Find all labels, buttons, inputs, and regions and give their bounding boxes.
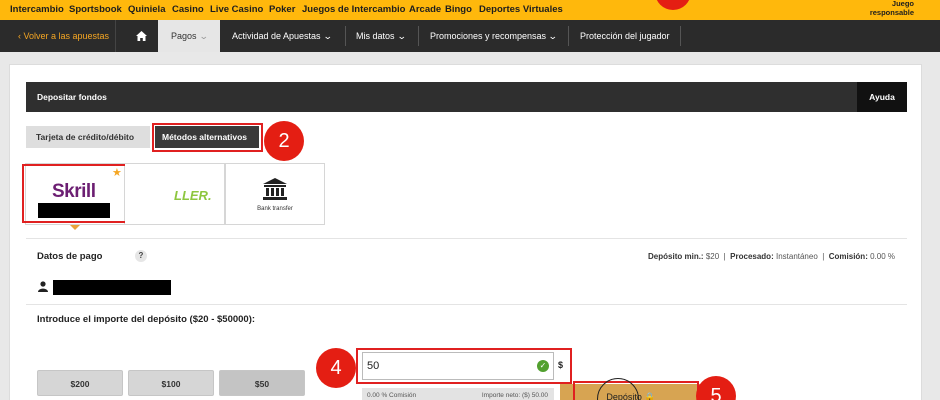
payment-method-bank-transfer[interactable]: Bank transfer: [225, 163, 325, 225]
back-to-bets-link[interactable]: ‹ Volver a las apuestas: [8, 20, 116, 52]
fee-summary: 0.00 % Comisión Importe neto: ($) 50.00: [362, 388, 554, 400]
payment-data-label: Datos de pago: [37, 251, 103, 262]
selected-pointer: [70, 225, 80, 230]
top-link-quiniela[interactable]: Quiniela: [128, 4, 165, 15]
annotation-highlight-tab: [152, 123, 263, 152]
top-link-deportes-virtuales[interactable]: Deportes Virtuales: [479, 4, 563, 15]
redacted-username: [53, 280, 171, 295]
annotation-badge-4: 4: [316, 348, 356, 388]
user-icon: [38, 281, 48, 292]
top-link-bingo[interactable]: Bingo: [445, 4, 472, 15]
responsible-gaming-link[interactable]: Juego responsable: [870, 0, 914, 17]
bank-transfer-label: Bank transfer: [257, 206, 293, 212]
deposit-info: Depósito min.: $20 | Procesado: Instantá…: [648, 252, 895, 261]
home-button[interactable]: [124, 20, 158, 52]
top-link-poker[interactable]: Poker: [269, 4, 295, 15]
top-bar: Intercambio Sportsbook Quiniela Casino L…: [0, 0, 940, 20]
amount-button-100[interactable]: $100: [128, 370, 214, 396]
neteller-logo: LLER.: [174, 188, 212, 203]
top-link-juegos-intercambio[interactable]: Juegos de Intercambio: [302, 4, 405, 15]
chevron-down-icon: ⌄: [547, 31, 558, 41]
top-link-arcade[interactable]: Arcade: [409, 4, 441, 15]
nav-actividad-apuestas[interactable]: Actividad de Apuestas ⌄: [232, 20, 333, 52]
help-button[interactable]: Ayuda: [857, 82, 907, 112]
chevron-down-icon: ⌄: [396, 31, 407, 41]
top-link-intercambio[interactable]: Intercambio: [10, 4, 64, 15]
nav-promociones[interactable]: Promociones y recompensas ⌄: [430, 20, 558, 52]
fee-percent: 0.00 % Comisión: [367, 392, 417, 399]
deposit-header: Depositar fondos Ayuda: [26, 82, 907, 112]
nav-mis-datos[interactable]: Mis datos ⌄: [356, 20, 407, 52]
amount-button-50[interactable]: $50: [219, 370, 305, 396]
annotation-highlight-amount: [356, 348, 572, 384]
chevron-down-icon: ⌄: [198, 31, 209, 41]
net-amount: Importe neto: ($) 50.00: [481, 392, 548, 399]
top-link-sportsbook[interactable]: Sportsbook: [69, 4, 122, 15]
help-icon[interactable]: ?: [135, 250, 147, 262]
annotation-badge-2: 2: [264, 121, 304, 161]
top-link-live-casino[interactable]: Live Casino: [210, 4, 263, 15]
amount-button-200[interactable]: $200: [37, 370, 123, 396]
main-nav: ‹ Volver a las apuestas Pagos ⌄ Actividad…: [0, 20, 940, 52]
chevron-down-icon: ⌄: [322, 31, 333, 41]
top-link-casino[interactable]: Casino: [172, 4, 204, 15]
annotation-highlight-skrill: [22, 164, 128, 223]
amount-prompt: Introduce el importe del depósito ($20 -…: [37, 314, 256, 325]
page-title: Depositar fondos: [37, 92, 107, 102]
home-icon: [135, 31, 147, 41]
tab-credit-debit-card[interactable]: Tarjeta de crédito/débito: [26, 126, 150, 148]
nav-pagos[interactable]: Pagos ⌄: [158, 20, 220, 52]
bank-icon: [263, 178, 287, 200]
nav-proteccion-jugador[interactable]: Protección del jugador: [580, 20, 670, 52]
